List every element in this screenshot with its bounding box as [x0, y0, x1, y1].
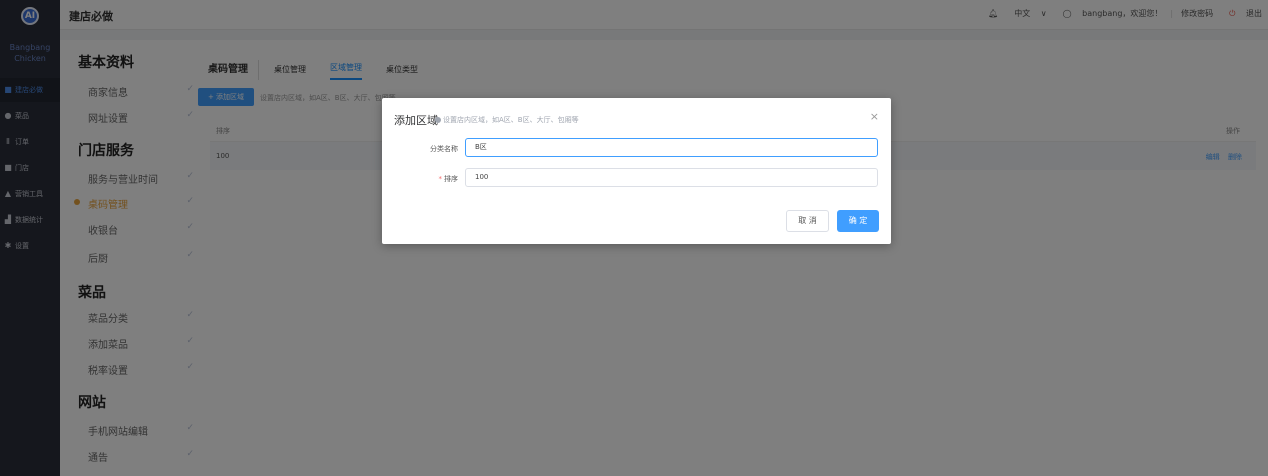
required-mark: *	[438, 175, 443, 183]
category-name-label: 分类名称	[382, 144, 458, 154]
cancel-button[interactable]: 取 消	[786, 210, 829, 232]
category-name-input[interactable]: B区	[465, 138, 878, 157]
dialog-hint: 设置店内区域，如A区、B区、大厅、包厢等	[435, 115, 579, 125]
sort-input[interactable]: 100	[465, 168, 878, 187]
close-icon[interactable]: ×	[870, 110, 879, 123]
info-icon	[435, 117, 441, 123]
confirm-button[interactable]: 确 定	[837, 210, 879, 232]
label-text: 分类名称	[430, 145, 458, 153]
dialog-title: 添加区域	[394, 114, 438, 127]
add-area-dialog: 添加区域 设置店内区域，如A区、B区、大厅、包厢等 × 分类名称 B区 * 排序 …	[382, 98, 891, 244]
dialog-hint-text: 设置店内区域，如A区、B区、大厅、包厢等	[443, 116, 579, 124]
label-text: 排序	[444, 175, 458, 183]
sort-label: * 排序	[382, 174, 459, 184]
